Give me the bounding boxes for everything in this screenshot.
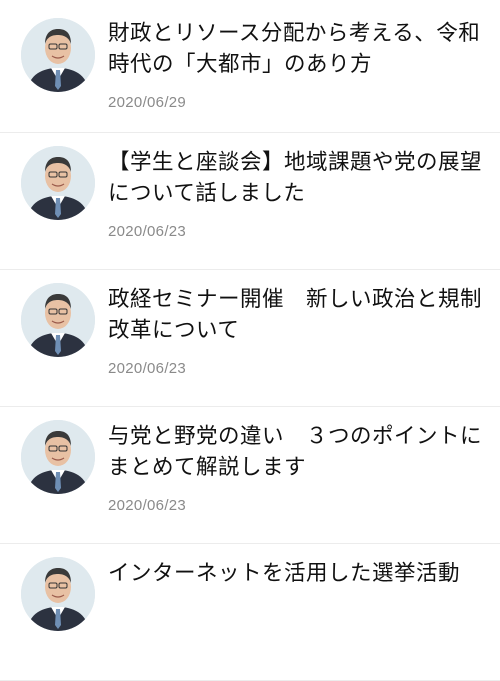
post-list-item[interactable]: 財政とリソース分配から考える、令和時代の「大都市」のあり方 2020/06/29	[0, 0, 500, 133]
author-avatar	[21, 557, 95, 631]
author-avatar	[21, 420, 95, 494]
post-list-item[interactable]: 【学生と座談会】地域課題や党の展望について話しました 2020/06/23	[0, 133, 500, 270]
post-title[interactable]: 財政とリソース分配から考える、令和時代の「大都市」のあり方	[108, 18, 488, 80]
post-list-item[interactable]: 政経セミナー開催 新しい政治と規制改革について 2020/06/23	[0, 270, 500, 407]
post-date: 2020/06/23	[108, 223, 187, 240]
author-avatar	[21, 146, 95, 220]
post-date: 2020/06/23	[108, 360, 187, 377]
post-date: 2020/06/23	[108, 497, 187, 514]
post-title[interactable]: インターネットを活用した選挙活動	[108, 558, 488, 589]
post-title[interactable]: 【学生と座談会】地域課題や党の展望について話しました	[108, 147, 488, 209]
author-avatar	[21, 283, 95, 357]
post-list: 財政とリソース分配から考える、令和時代の「大都市」のあり方 2020/06/29…	[0, 0, 500, 681]
post-title[interactable]: 与党と野党の違い ３つのポイントにまとめて解説します	[108, 421, 488, 483]
post-title[interactable]: 政経セミナー開催 新しい政治と規制改革について	[108, 284, 488, 346]
post-list-item[interactable]: インターネットを活用した選挙活動	[0, 544, 500, 681]
post-list-item[interactable]: 与党と野党の違い ３つのポイントにまとめて解説します 2020/06/23	[0, 407, 500, 544]
post-date: 2020/06/29	[108, 94, 187, 111]
author-avatar	[21, 18, 95, 92]
